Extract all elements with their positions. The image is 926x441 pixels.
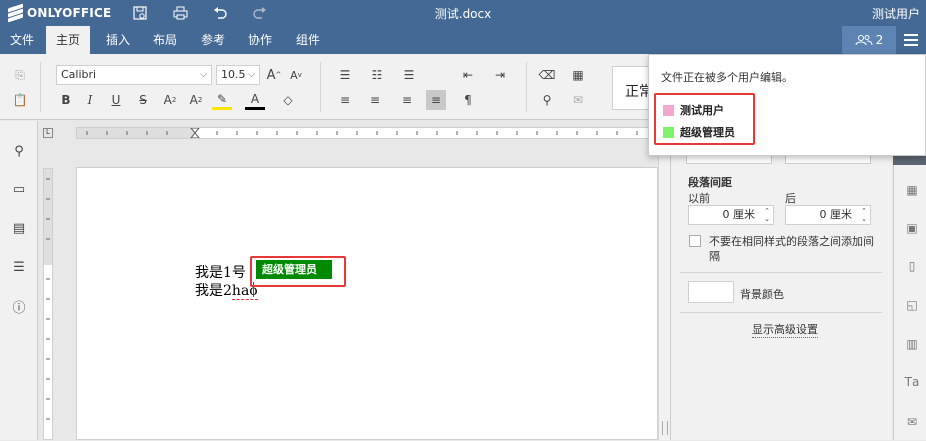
chevron-down-icon: ⌵ — [248, 70, 255, 80]
document-line-1[interactable]: 我是1号 — [195, 262, 246, 282]
underline-icon[interactable]: U — [106, 90, 126, 110]
spacing-before-value: 0 厘米 — [722, 208, 756, 221]
font-name-value: Calibri — [61, 68, 97, 81]
spacing-before-input[interactable]: 0 厘米 ⌃ ⌄ — [688, 205, 774, 225]
search-icon[interactable]: ⚲ — [9, 141, 29, 161]
superscript-icon[interactable]: A2 — [160, 90, 180, 110]
current-user-name[interactable]: 测试用户 — [872, 5, 920, 22]
mail-merge-icon[interactable]: ✉ — [903, 413, 921, 431]
vertical-ruler[interactable] — [43, 168, 53, 440]
font-size-select[interactable]: 10.5 ⌵ — [216, 65, 260, 85]
divider — [680, 272, 882, 273]
highlight-color-icon[interactable]: ✎ — [212, 90, 232, 110]
about-icon[interactable]: ⓘ — [9, 296, 29, 316]
subscript-icon[interactable]: A2 — [186, 90, 206, 110]
spinner-arrows-icon[interactable]: ⌃ ⌄ — [861, 207, 867, 223]
align-center-icon[interactable]: ≡ — [365, 90, 385, 110]
paragraph-marks-icon[interactable]: ¶ — [458, 90, 478, 110]
document-line-2[interactable]: 我是2hao — [195, 280, 258, 300]
spacing-after-value: 0 厘米 — [819, 208, 853, 221]
splitter-grip[interactable] — [662, 421, 668, 435]
table-settings-icon[interactable]: ▦ — [903, 181, 921, 199]
toolbar-divider — [526, 62, 527, 112]
section-title: 段落间距 — [688, 176, 732, 189]
tab-file[interactable]: 文件 — [0, 26, 44, 54]
right-icon-bar: ▦ ▣ ▯ ◱ ▥ Tа ✉ — [893, 121, 926, 440]
chevron-down-icon: ⌵ — [200, 70, 207, 80]
align-justify-icon[interactable]: ≡ — [426, 90, 446, 110]
tab-layout[interactable]: 布局 — [143, 26, 187, 54]
shape-settings-icon[interactable]: ◱ — [903, 296, 921, 314]
italic-icon[interactable]: I — [80, 90, 100, 110]
tab-references[interactable]: 参考 — [191, 26, 235, 54]
tab-home[interactable]: 主页 — [46, 26, 91, 54]
font-size-value: 10.5 — [221, 68, 246, 81]
font-color-icon[interactable]: A — [245, 90, 265, 110]
comments-icon[interactable]: ▭ — [9, 179, 29, 199]
mail-merge-icon[interactable]: ✉ — [568, 90, 588, 110]
align-left-icon[interactable]: ≡ — [335, 90, 355, 110]
decrease-font-icon[interactable]: Av — [286, 65, 306, 85]
strikethrough-icon[interactable]: S — [133, 90, 153, 110]
users-icon — [855, 35, 873, 46]
multilevel-list-icon[interactable]: ☰ — [399, 65, 419, 85]
popup-message: 文件正在被多个用户编辑。 — [661, 71, 793, 84]
chat-icon[interactable]: ▤ — [9, 218, 29, 238]
tab-plugins[interactable]: 组件 — [286, 26, 330, 54]
numbered-list-icon[interactable]: ☷ — [367, 65, 387, 85]
eraser-icon[interactable]: ⌫ — [537, 65, 557, 85]
bold-icon[interactable]: B — [56, 90, 76, 110]
chart-settings-icon[interactable]: ▥ — [903, 335, 921, 353]
advanced-settings-link[interactable]: 显示高级设置 — [752, 321, 818, 338]
hamburger-menu-icon[interactable] — [904, 34, 918, 46]
menu-bar: 文件 主页 插入 布局 参考 协作 组件 — [0, 26, 926, 54]
document-page[interactable] — [76, 167, 658, 440]
line2-prefix: 我是2 — [195, 283, 232, 299]
left-sidebar: ⚲ ▭ ▤ ☰ ⓘ — [0, 121, 38, 440]
tab-insert[interactable]: 插入 — [96, 26, 140, 54]
co-editing-users-button[interactable]: 2 — [842, 26, 896, 54]
shading-icon[interactable]: ▦ — [568, 65, 588, 85]
spacing-after-label: 后 — [785, 192, 796, 205]
highlight-box — [654, 93, 755, 145]
image-settings-icon[interactable]: ▣ — [903, 219, 921, 237]
increase-font-icon[interactable]: A ^ — [264, 65, 284, 85]
font-name-select[interactable]: Calibri ⌵ — [56, 65, 212, 85]
vertical-scrollbar[interactable] — [658, 121, 670, 440]
paste-icon[interactable]: 📋 — [10, 90, 30, 110]
highlight-box — [250, 256, 346, 287]
no-space-label: 不要在相同样式的段落之间添加间隔 — [709, 235, 874, 263]
header-footer-icon[interactable]: ▯ — [903, 257, 921, 275]
increase-indent-icon[interactable]: ⇥ — [490, 65, 510, 85]
toolbar-divider — [320, 62, 321, 112]
clear-style-icon[interactable]: ◇ — [278, 90, 298, 110]
spacing-after-input[interactable]: 0 厘米 ⌃ ⌄ — [785, 205, 871, 225]
divider — [680, 312, 882, 313]
no-space-checkbox[interactable] — [689, 235, 701, 247]
spinner-arrows-icon[interactable]: ⌃ ⌄ — [764, 207, 770, 223]
toolbar-divider — [40, 62, 41, 112]
title-bar: ONLYOFFICE 测试.docx 测试用户 — [0, 0, 926, 26]
tab-stop-selector[interactable]: L — [43, 128, 53, 138]
bullet-list-icon[interactable]: ☰ — [335, 65, 355, 85]
copy-icon[interactable]: ⎘ — [10, 65, 30, 85]
text-art-icon[interactable]: Tа — [903, 373, 921, 391]
document-title: 测试.docx — [434, 7, 492, 21]
navigation-icon[interactable]: ☰ — [9, 257, 29, 277]
background-color-picker[interactable] — [688, 281, 734, 303]
decrease-indent-icon[interactable]: ⇤ — [458, 65, 478, 85]
horizontal-ruler[interactable] — [76, 127, 660, 139]
spacing-before-label: 以前 — [688, 192, 710, 205]
copy-style-icon[interactable]: ⚲ — [537, 90, 557, 110]
background-color-label: 背景颜色 — [740, 288, 784, 301]
users-count: 2 — [875, 33, 884, 47]
tab-collaboration[interactable]: 协作 — [238, 26, 282, 54]
align-right-icon[interactable]: ≡ — [397, 90, 417, 110]
